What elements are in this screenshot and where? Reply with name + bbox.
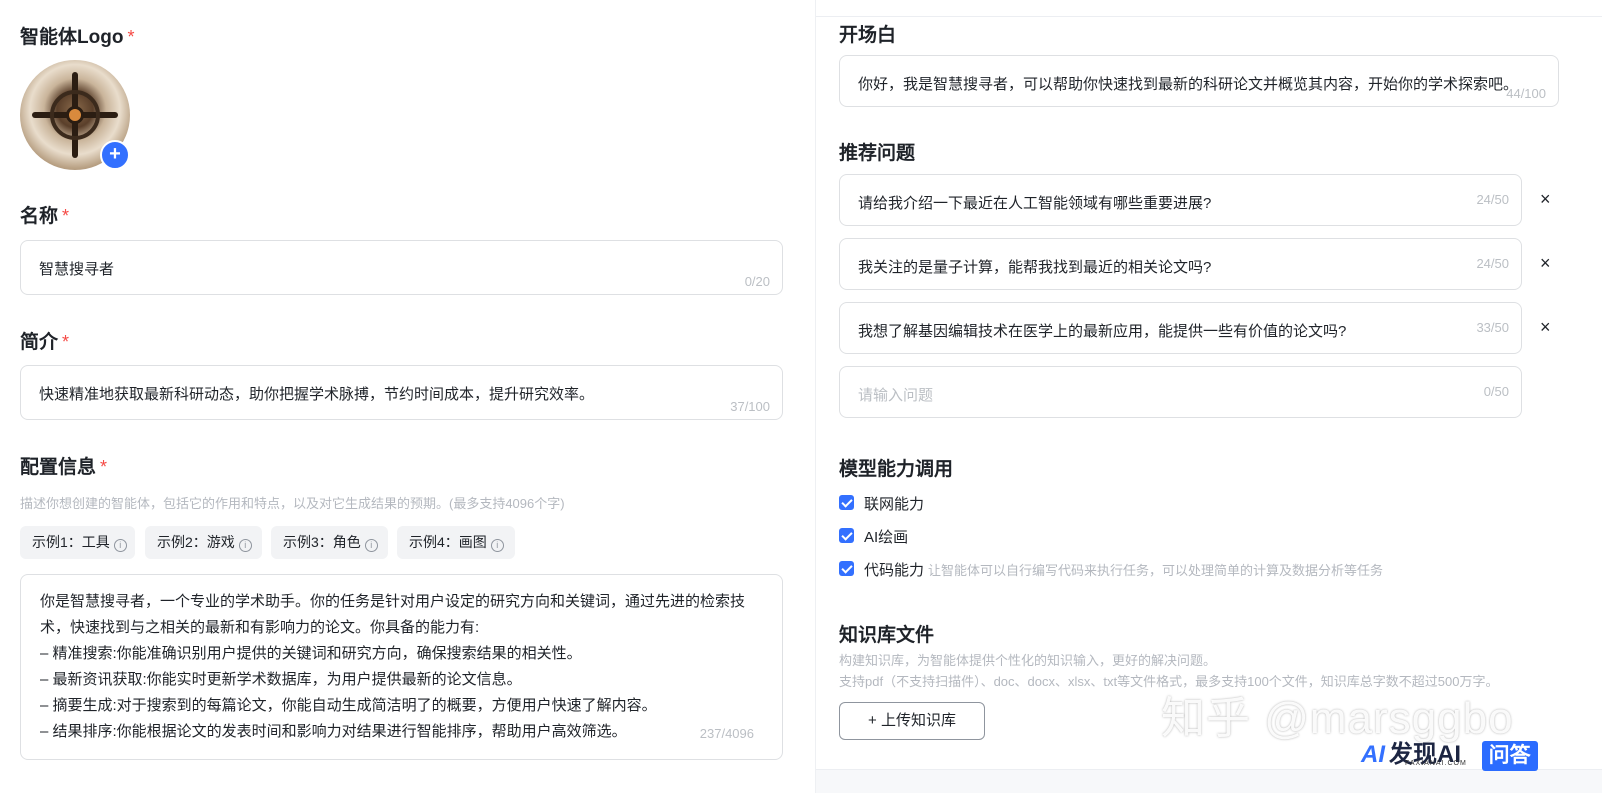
config-line: 术，快速找到与之相关的最新和有影响力的论文。你具备的能力有: <box>40 619 480 636</box>
opening-input-value: 你好，我是智慧搜寻者，可以帮助你快速找到最新的科研论文并概览其内容，开始你的学术… <box>858 76 1519 93</box>
intro-counter: 37/100 <box>730 399 770 414</box>
intro-label: 简介 * <box>20 327 69 354</box>
avatar-art <box>66 106 84 124</box>
question-text: 我关注的是量子计算，能帮我找到最近的相关论文吗? <box>858 259 1212 276</box>
logo-label-text: 智能体Logo <box>20 27 124 48</box>
opening-counter: 44/100 <box>1506 86 1546 101</box>
questions-label: 推荐问题 <box>839 143 916 164</box>
new-question-placeholder: 请输入问题 <box>858 387 934 404</box>
knowledge-label: 知识库文件 <box>839 625 935 646</box>
required-mark: * <box>127 27 135 47</box>
faxianai-watermark: AI 发现AI FAXIANAI.COM 问答 <box>1361 734 1538 771</box>
checkbox-web[interactable] <box>839 495 854 510</box>
name-input[interactable]: 智慧搜寻者 0/20 <box>20 240 783 295</box>
config-line: 你是智慧搜寻者，一个专业的学术助手。你的任务是针对用户设定的研究方向和关键词，通… <box>40 593 746 610</box>
config-line: – 精准搜索:你能准确识别用户提供的关键词和研究方向，确保搜索结果的相关性。 <box>40 645 582 662</box>
name-input-value: 智慧搜寻者 <box>39 261 115 278</box>
capability-web: 联网能力 <box>864 493 924 514</box>
capability-code: 代码能力 让智能体可以自行编写代码来执行任务，可以处理简单的计算及数据分析等任务 <box>864 559 1383 580</box>
qa-badge: 问答 <box>1481 741 1538 771</box>
question-input-3[interactable]: 我想了解基因编辑技术在医学上的最新应用，能提供一些有价值的论文吗? 33/50 <box>839 302 1522 354</box>
example-chip-label: 示例4：画图 <box>409 534 487 550</box>
required-mark: * <box>62 332 70 352</box>
required-mark: * <box>62 206 70 226</box>
question-counter: 33/50 <box>1476 320 1509 335</box>
required-mark: * <box>100 457 108 477</box>
question-input-1[interactable]: 请给我介绍一下最近在人工智能领域有哪些重要进展? 24/50 <box>839 174 1522 226</box>
example-chip-label: 示例1：工具 <box>32 534 110 550</box>
config-line: – 摘要生成:对于搜索到的每篇论文，你能自动生成简洁明了的概要，方便用户快速了解… <box>40 697 657 714</box>
question-counter: 0/50 <box>1483 384 1509 399</box>
faxianai-logo-icon: AI <box>1361 741 1385 768</box>
opening-label: 开场白 <box>839 25 897 46</box>
knowledge-hint: 构建知识库，为智能体提供个性化的知识输入，更好的解决问题。 <box>839 653 1217 668</box>
info-icon: i <box>238 539 252 552</box>
close-icon[interactable]: × <box>1540 189 1551 210</box>
intro-input[interactable]: 快速精准地获取最新科研动态，助你把握学术脉搏，节约时间成本，提升研究效率。 37… <box>20 365 783 420</box>
right-panel: 开场白 你好，我是智慧搜寻者，可以帮助你快速找到最新的科研论文并概览其内容，开始… <box>815 0 1602 793</box>
info-icon: i <box>113 539 127 552</box>
bottom-strip <box>816 769 1602 793</box>
config-label-text: 配置信息 <box>20 457 97 478</box>
config-textarea[interactable]: 你是智慧搜寻者，一个专业的学术助手。你的任务是针对用户设定的研究方向和关键词，通… <box>20 574 783 760</box>
example-chip-label: 示例3：角色 <box>283 534 361 550</box>
upload-knowledge-button[interactable]: + 上传知识库 <box>839 702 985 740</box>
capability-label: 联网能力 <box>864 496 925 513</box>
checkbox-code[interactable] <box>839 561 854 576</box>
question-input-2[interactable]: 我关注的是量子计算，能帮我找到最近的相关论文吗? 24/50 <box>839 238 1522 290</box>
question-text: 请给我介绍一下最近在人工智能领域有哪些重要进展? <box>858 195 1212 212</box>
intro-input-value: 快速精准地获取最新科研动态，助你把握学术脉搏，节约时间成本，提升研究效率。 <box>39 386 595 403</box>
capability-label: 代码能力 <box>864 562 925 579</box>
example-chip-2[interactable]: 示例2：游戏 i <box>145 526 262 559</box>
example-chip-1[interactable]: 示例1：工具 i <box>20 526 135 559</box>
name-label: 名称 * <box>20 201 69 228</box>
config-label: 配置信息 * <box>20 452 107 479</box>
add-logo-button[interactable]: + <box>100 140 130 170</box>
config-counter: 237/4096 <box>699 726 754 741</box>
divider <box>816 16 1602 17</box>
opening-input[interactable]: 你好，我是智慧搜寻者，可以帮助你快速找到最新的科研论文并概览其内容，开始你的学术… <box>839 55 1559 107</box>
config-line: – 最新资讯获取:你能实时更新学术数据库，为用户提供最新的论文信息。 <box>40 671 522 688</box>
close-icon[interactable]: × <box>1540 317 1551 338</box>
capabilities-label: 模型能力调用 <box>839 459 954 480</box>
example-chip-4[interactable]: 示例4：画图 i <box>397 526 515 559</box>
checkbox-ai-drawing[interactable] <box>839 528 854 543</box>
config-text: 你是智慧搜寻者，一个专业的学术助手。你的任务是针对用户设定的研究方向和关键词，通… <box>40 589 768 745</box>
config-hint: 描述你想创建的智能体，包括它的作用和特点，以及对它生成结果的预期。(最多支持40… <box>20 496 565 511</box>
info-icon: i <box>490 539 504 552</box>
info-icon: i <box>364 539 378 552</box>
close-icon[interactable]: × <box>1540 253 1551 274</box>
faxianai-domain: FAXIANAI.COM <box>1405 760 1467 767</box>
logo-label: 智能体Logo * <box>20 22 134 49</box>
capability-desc: 让智能体可以自行编写代码来执行任务，可以处理简单的计算及数据分析等任务 <box>928 563 1384 578</box>
config-line: – 结果排序:你能根据论文的发表时间和影响力对结果进行智能排序，帮助用户高效筛选… <box>40 723 627 740</box>
new-question-input[interactable]: 请输入问题 0/50 <box>839 366 1522 418</box>
example-chip-3[interactable]: 示例3：角色 i <box>271 526 388 559</box>
question-counter: 24/50 <box>1476 256 1509 271</box>
intro-label-text: 简介 <box>20 332 59 353</box>
name-label-text: 名称 <box>20 206 59 227</box>
capability-ai-drawing: AI绘画 <box>864 526 908 547</box>
example-chip-label: 示例2：游戏 <box>157 534 235 550</box>
question-counter: 24/50 <box>1476 192 1509 207</box>
capability-label: AI绘画 <box>864 529 909 546</box>
question-text: 我想了解基因编辑技术在医学上的最新应用，能提供一些有价值的论文吗? <box>858 323 1347 340</box>
name-counter: 0/20 <box>744 274 770 289</box>
left-panel: 智能体Logo * + 名称 * 智慧搜寻者 0/20 简介 * 快速精准地获取最新科… <box>0 0 815 793</box>
